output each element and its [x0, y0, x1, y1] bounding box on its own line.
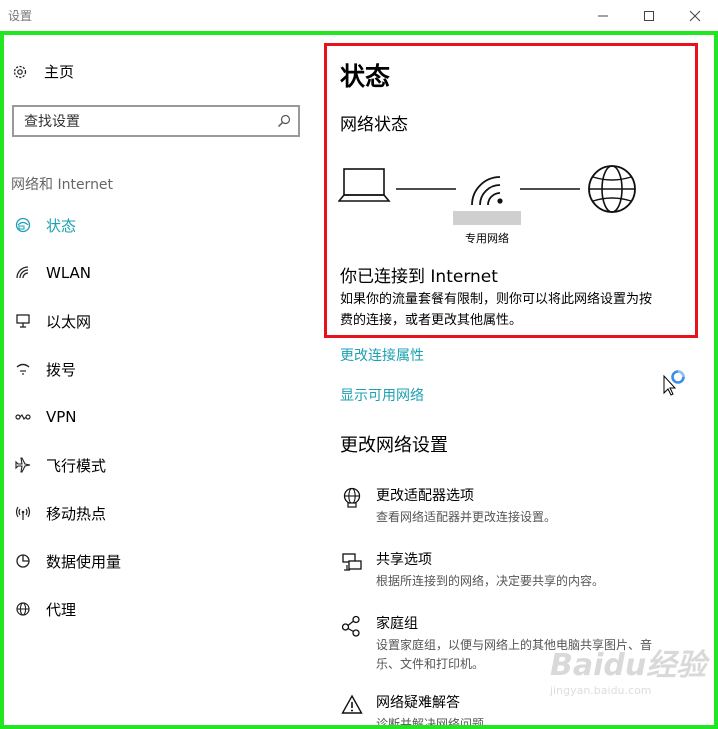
maximize-button[interactable]: [626, 0, 672, 32]
option-description: 诊断并解决网络问题。: [376, 717, 497, 725]
sidebar-item-label: 数据使用量: [46, 552, 122, 571]
wifi-router-icon: [471, 176, 503, 206]
dialup-icon: [10, 361, 36, 377]
option-description-line: 乐、文件和打印机。: [376, 657, 485, 671]
gear-icon: [13, 65, 27, 78]
search-placeholder: 查找设置: [24, 114, 80, 130]
sidebar-item-hotspot[interactable]: 移动热点: [10, 489, 300, 537]
connection-status-text: 你已连接到 Internet: [340, 267, 498, 287]
sidebar-item-label: 代理: [46, 600, 77, 619]
home-label: 主页: [44, 63, 75, 81]
sidebar-item-label: 状态: [46, 216, 77, 235]
sharing-options-item[interactable]: 共享选项 根据所连接到的网络，决定要共享的内容。: [340, 549, 710, 591]
description-line: 如果你的流量套餐有限制，则你可以将此网络设置为按: [340, 292, 653, 307]
sidebar-item-label: 移动热点: [46, 504, 107, 523]
busy-cursor-icon: [663, 370, 685, 396]
status-icon: [10, 216, 36, 234]
main-content: 状态 网络状态 专用网络 你已连接到 Internet 如果你的流量套餐有限制，…: [322, 35, 714, 725]
warning-icon: [340, 692, 364, 725]
network-status-heading: 网络状态: [340, 115, 408, 135]
homegroup-item[interactable]: 家庭组 设置家庭组，以便与网络上的其他电脑共享图片、音 乐、文件和打印机。: [340, 613, 710, 674]
metered-description: 如果你的流量套餐有限制，则你可以将此网络设置为按 费的连接，或者更改其他属性。: [340, 289, 700, 331]
troubleshoot-item[interactable]: 网络疑难解答 诊断并解决网络问题。: [340, 692, 710, 725]
homegroup-icon: [340, 613, 364, 674]
sidebar-item-proxy[interactable]: 代理: [10, 585, 300, 633]
ethernet-icon: [10, 313, 36, 329]
sidebar-item-label: 飞行模式: [46, 456, 107, 475]
option-title: 网络疑难解答: [376, 695, 460, 711]
sidebar-item-label: WLAN: [46, 264, 92, 282]
show-available-networks-link[interactable]: 显示可用网络: [340, 385, 424, 405]
sidebar-item-label: 以太网: [46, 312, 92, 331]
adapter-options-item[interactable]: 更改适配器选项 查看网络适配器并更改连接设置。: [340, 485, 710, 527]
sidebar-item-ethernet[interactable]: 以太网: [10, 297, 300, 345]
internet-globe-icon: [588, 165, 636, 213]
option-description: 根据所连接到的网络，决定要共享的内容。: [376, 574, 605, 588]
window-title: 设置: [8, 9, 33, 23]
close-icon: [689, 10, 701, 22]
network-type-label: 专用网络: [465, 232, 509, 245]
option-description: 查看网络适配器并更改连接设置。: [376, 510, 557, 524]
wifi-icon: [10, 265, 36, 281]
sidebar-item-dialup[interactable]: 拨号: [10, 345, 300, 393]
home-nav-item[interactable]: 主页: [12, 61, 74, 82]
sharing-icon: [340, 549, 364, 591]
maximize-icon: [644, 11, 654, 21]
page-title: 状态: [340, 62, 391, 91]
sidebar-item-airplane-mode[interactable]: 飞行模式: [10, 441, 300, 489]
sidebar-item-label: VPN: [46, 408, 77, 426]
hotspot-icon: [10, 505, 36, 521]
change-connection-properties-link[interactable]: 更改连接属性: [340, 345, 424, 365]
search-input[interactable]: 查找设置: [12, 105, 300, 137]
adapter-icon: [340, 485, 364, 527]
option-title: 更改适配器选项: [376, 488, 474, 504]
close-button[interactable]: [672, 0, 718, 32]
minimize-button[interactable]: [580, 0, 626, 32]
sidebar: 主页 查找设置 网络和 Internet 状态 WLAN 以太网 拨号 VPN …: [4, 35, 310, 725]
sidebar-item-data-usage[interactable]: 数据使用量: [10, 537, 300, 585]
sidebar-nav: 状态 WLAN 以太网 拨号 VPN 飞行模式 移动热点 数据使用量 代理: [10, 201, 300, 633]
option-description-line: 设置家庭组，以便与网络上的其他电脑共享图片、音: [376, 638, 653, 652]
airplane-icon: [10, 457, 36, 473]
laptop-icon: [338, 168, 391, 202]
option-description: 设置家庭组，以便与网络上的其他电脑共享图片、音 乐、文件和打印机。: [376, 636, 652, 674]
data-usage-icon: [10, 553, 36, 569]
proxy-icon: [10, 601, 36, 617]
minimize-icon: [598, 15, 608, 17]
vpn-icon: [10, 409, 36, 425]
sidebar-item-status[interactable]: 状态: [10, 201, 300, 249]
sidebar-item-vpn[interactable]: VPN: [10, 393, 300, 441]
option-title: 共享选项: [376, 552, 432, 568]
description-line: 费的连接，或者更改其他属性。: [340, 313, 523, 328]
sidebar-item-wlan[interactable]: WLAN: [10, 249, 300, 297]
section-header: 网络和 Internet: [11, 177, 114, 193]
title-bar: 设置: [0, 0, 718, 32]
redacted-network-name-bar: [453, 211, 521, 225]
search-icon[interactable]: [270, 114, 298, 128]
option-title: 家庭组: [376, 616, 418, 632]
sidebar-item-label: 拨号: [46, 360, 77, 379]
change-network-settings-heading: 更改网络设置: [340, 435, 448, 456]
